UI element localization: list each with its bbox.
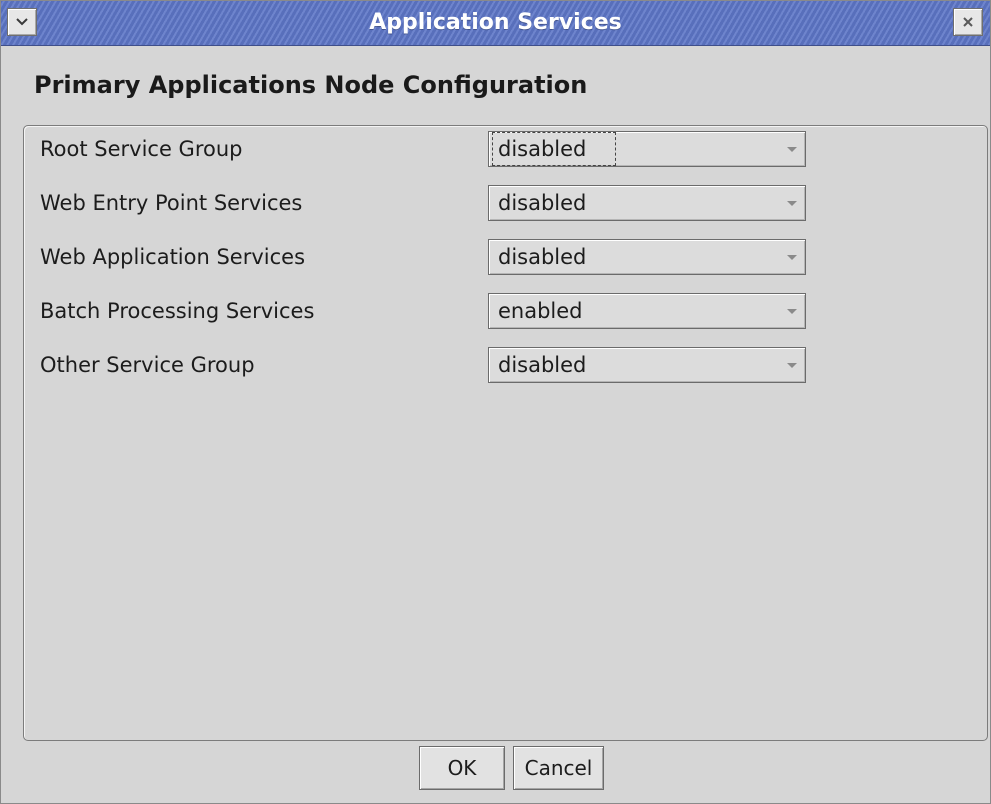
section-heading: Primary Applications Node Configuration (34, 71, 588, 99)
service-select-other[interactable]: disabled (488, 347, 806, 383)
select-value: disabled (492, 132, 617, 166)
service-select-web-application[interactable]: disabled (488, 239, 806, 275)
title-bar[interactable]: Application Services (1, 1, 990, 46)
ok-button[interactable]: OK (419, 746, 505, 790)
service-groups-panel: Root Service Group disabled Web Entry Po… (23, 125, 988, 741)
service-select-root[interactable]: disabled (488, 131, 806, 167)
dropdown-arrow-icon (787, 147, 797, 152)
close-icon (963, 17, 973, 27)
dropdown-arrow-icon (787, 363, 797, 368)
service-row-batch-processing: Batch Processing Services enabled (24, 290, 987, 332)
service-select-batch-processing[interactable]: enabled (488, 293, 806, 329)
service-label: Other Service Group (40, 353, 255, 377)
service-row-other: Other Service Group disabled (24, 344, 987, 386)
select-value: enabled (498, 299, 583, 323)
select-value: disabled (498, 191, 587, 215)
dropdown-arrow-icon (787, 201, 797, 206)
cancel-button[interactable]: Cancel (513, 746, 604, 790)
window-title: Application Services (369, 10, 622, 35)
select-value: disabled (498, 353, 587, 377)
service-select-web-entry-point[interactable]: disabled (488, 185, 806, 221)
service-row-web-entry-point: Web Entry Point Services disabled (24, 182, 987, 224)
service-label: Web Application Services (40, 245, 306, 269)
dropdown-arrow-icon (787, 309, 797, 314)
service-label: Batch Processing Services (40, 299, 315, 323)
service-label: Web Entry Point Services (40, 191, 303, 215)
service-label: Root Service Group (40, 137, 243, 161)
service-row-root: Root Service Group disabled (24, 128, 987, 170)
dropdown-arrow-icon (787, 255, 797, 260)
window-close-button[interactable] (953, 8, 983, 36)
service-row-web-application: Web Application Services disabled (24, 236, 987, 278)
select-value: disabled (498, 245, 587, 269)
application-services-dialog: Application Services Primary Application… (0, 0, 991, 804)
